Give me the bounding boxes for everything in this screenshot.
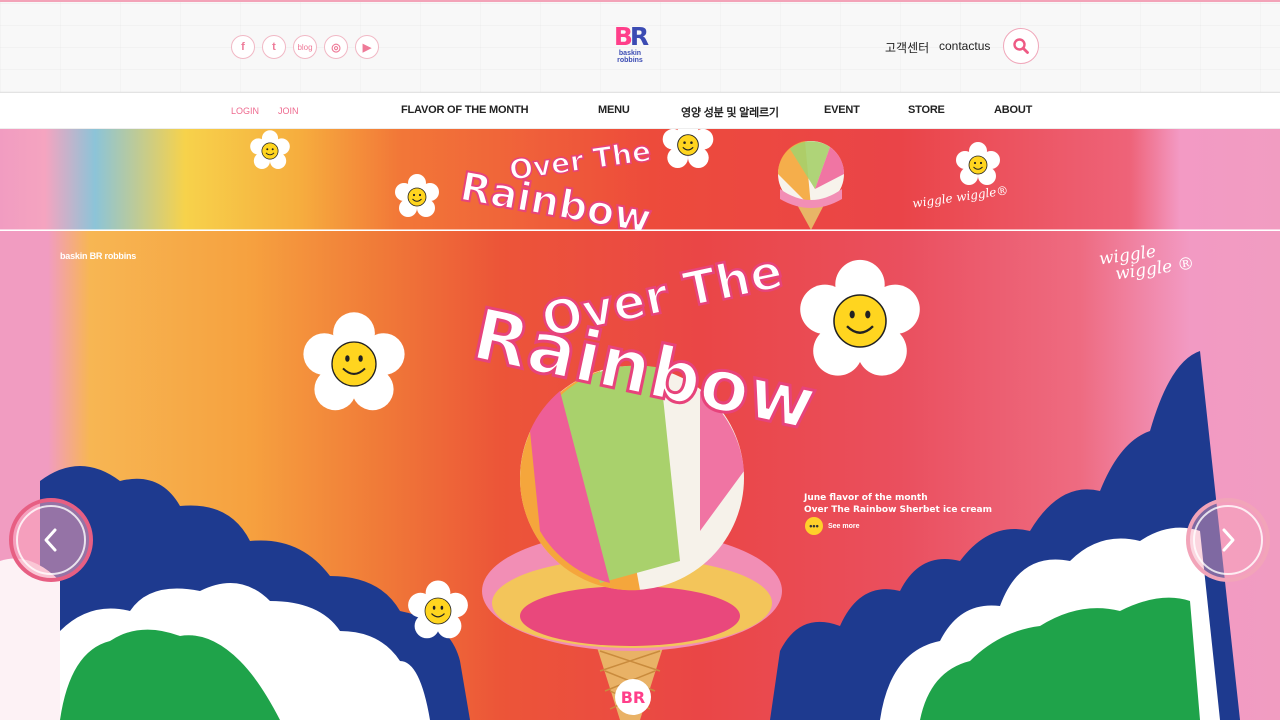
mini-scoop (777, 141, 844, 230)
prev-slide-button[interactable] (9, 498, 93, 582)
site-header: f t blog ◎ ▶ BR baskin robbins 고객센터 cont… (0, 0, 1280, 93)
more-dots-icon: ••• (805, 517, 823, 535)
nav-about[interactable]: ABOUT (994, 104, 1032, 116)
nav-store[interactable]: STORE (908, 104, 945, 116)
logo-word-robbins: robbins (617, 57, 643, 64)
search-icon (1013, 38, 1029, 54)
facebook-icon[interactable]: f (231, 35, 255, 59)
flower-icon (394, 173, 440, 218)
twitter-icon[interactable]: t (262, 35, 286, 59)
logo-b: B (613, 22, 633, 51)
chevron-left-icon (44, 528, 57, 552)
search-button[interactable] (1003, 28, 1039, 64)
flower-icon (955, 141, 1001, 186)
promo-banner-strip[interactable]: Over The Rainbow wiggle wiggle® (0, 129, 1280, 230)
hero-caption-line2: Over The Rainbow Sherbet ice cream (804, 505, 992, 515)
ice-cream-cone: BR (595, 641, 665, 720)
hero-caption: June flavor of the month Over The Rainbo… (804, 492, 992, 516)
flower-icon (407, 579, 469, 639)
customer-center-link[interactable]: 고객센터 (885, 39, 929, 56)
youtube-icon[interactable]: ▶ (355, 35, 379, 59)
chevron-right-icon (1222, 528, 1235, 552)
hero-caption-line1: June flavor of the month (804, 493, 928, 503)
logo-word-baskin: baskin (618, 50, 642, 57)
hero-slider[interactable]: BR Over The Rainbow baskin BR robbins wi… (0, 231, 1280, 720)
login-link[interactable]: LOGIN (231, 106, 259, 116)
see-more-button[interactable]: ••• See more (805, 517, 860, 535)
baskin-robbins-logo[interactable]: BR baskin robbins (610, 24, 650, 72)
flower-icon (249, 129, 291, 170)
instagram-icon[interactable]: ◎ (324, 35, 348, 59)
nav-nutrition-allergy[interactable]: 영양 성분 및 알레르기 (681, 104, 779, 120)
banner-title-svg: Over The Rainbow (456, 134, 656, 230)
flower-icon (799, 258, 921, 377)
blog-icon[interactable]: blog (293, 35, 317, 59)
next-slide-button[interactable] (1186, 498, 1270, 582)
hero-artwork: BR Over The Rainbow (0, 242, 1240, 720)
main-nav: LOGIN JOIN FLAVOR OF THE MONTH MENU 영양 성… (0, 93, 1280, 129)
join-link[interactable]: JOIN (278, 106, 299, 116)
logo-r: R (629, 22, 649, 51)
flower-icon (302, 311, 406, 412)
hero-brand-logo: baskin BR robbins (60, 251, 137, 261)
contactus-link[interactable]: contactus (939, 39, 990, 53)
cone-logo: BR (621, 688, 646, 707)
nav-event[interactable]: EVENT (824, 104, 860, 116)
nav-flavor-of-the-month[interactable]: FLAVOR OF THE MONTH (401, 104, 529, 116)
social-links: f t blog ◎ ▶ (231, 35, 379, 59)
see-more-label: See more (828, 522, 860, 530)
nav-menu[interactable]: MENU (598, 104, 630, 116)
